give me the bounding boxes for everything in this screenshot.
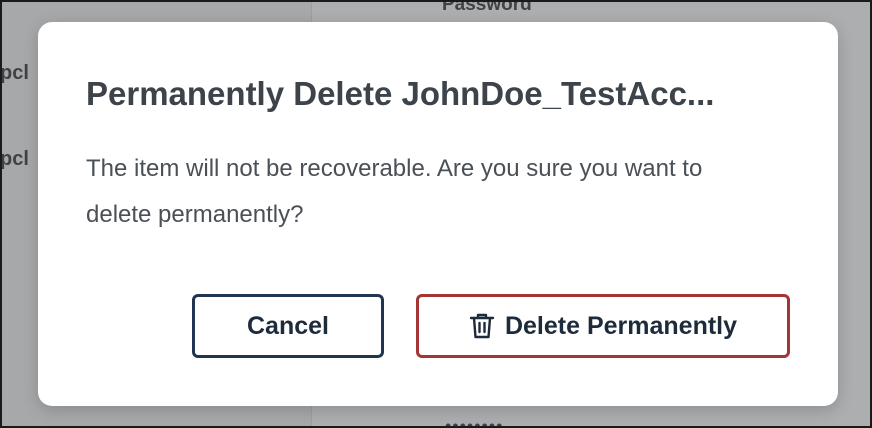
background-text-fragment: pcl [2, 148, 29, 170]
delete-permanently-label: Delete Permanently [504, 311, 738, 340]
background-password-dots: •••••••• [445, 416, 504, 426]
background-text-fragment: pcl [2, 62, 29, 84]
trash-icon [469, 312, 495, 340]
background-password-label: Password [442, 2, 532, 15]
delete-permanently-button[interactable]: Delete Permanently [416, 294, 790, 358]
dialog-title: Permanently Delete JohnDoe_TestAcc... [86, 75, 715, 112]
delete-confirmation-dialog: Permanently Delete JohnDoe_TestAcc... Th… [38, 22, 838, 406]
dialog-message: The item will not be recoverable. Are yo… [86, 155, 703, 228]
cancel-button[interactable]: Cancel [192, 294, 384, 358]
cancel-button-label: Cancel [247, 311, 329, 340]
